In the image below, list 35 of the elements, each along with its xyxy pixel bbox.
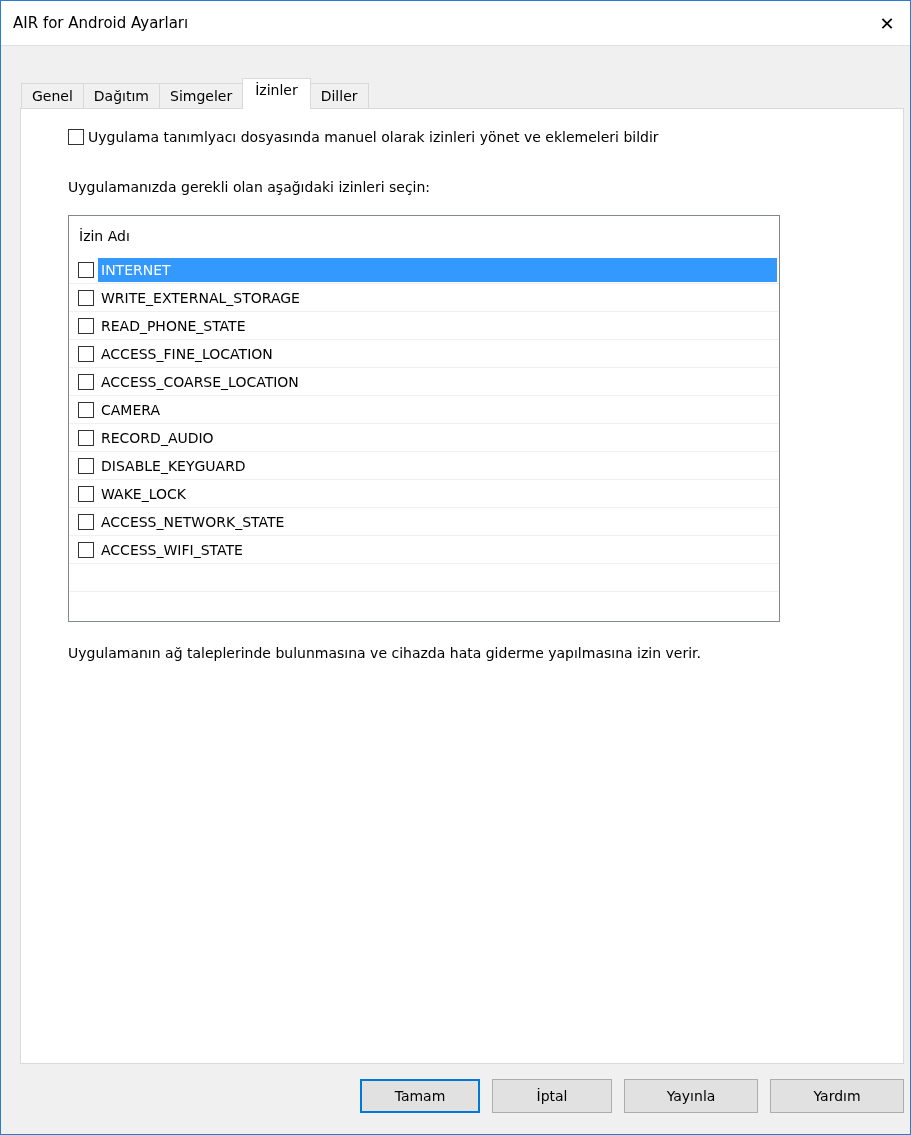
permission-item[interactable]: READ_PHONE_STATE bbox=[98, 313, 777, 338]
dialog-button[interactable]: Yayınla bbox=[624, 1079, 758, 1113]
instruction-text: Uygulamanızda gerekli olan aşağıdaki izinleri seçin: bbox=[68, 179, 432, 195]
checkbox[interactable] bbox=[78, 373, 94, 390]
dialog-button[interactable]: İptal bbox=[492, 1079, 612, 1113]
close-button[interactable]: ✕ bbox=[864, 1, 910, 45]
tab[interactable]: Genel bbox=[21, 83, 84, 108]
checkbox[interactable] bbox=[68, 129, 84, 145]
permission-item[interactable]: ACCESS_NETWORK_STATE bbox=[98, 509, 777, 534]
dialog-button[interactable]: Tamam bbox=[360, 1079, 480, 1113]
permission-item[interactable]: ACCESS_FINE_LOCATION bbox=[98, 341, 777, 366]
description-text: Uygulamanın ağ taleplerinde bulunmasına ve cihazda hata giderme yapılmasına izin verir. bbox=[68, 644, 702, 662]
checkbox[interactable] bbox=[78, 289, 94, 306]
checkbox[interactable] bbox=[78, 345, 94, 362]
window-title: AIR for Android Ayarları bbox=[13, 14, 189, 32]
checkbox[interactable] bbox=[78, 401, 94, 418]
checkbox[interactable] bbox=[78, 541, 94, 558]
permission-item[interactable]: CAMERA bbox=[98, 397, 777, 422]
permission-item[interactable]: ACCESS_COARSE_LOCATION bbox=[98, 369, 777, 394]
checkbox-label: Uygulama tanımlyacı dosyasında manuel olarak izinleri yönet ve eklemeleri bildir bbox=[88, 129, 659, 145]
permission-item[interactable]: DISABLE_KEYGUARD bbox=[98, 453, 777, 478]
checkbox[interactable] bbox=[78, 485, 94, 502]
tab[interactable]: Diller bbox=[309, 83, 369, 108]
permission-item[interactable]: WRITE_EXTERNAL_STORAGE bbox=[98, 285, 777, 310]
checkbox[interactable] bbox=[78, 261, 94, 278]
checkbox[interactable] bbox=[78, 429, 94, 446]
permission-item[interactable]: RECORD_AUDIO bbox=[98, 425, 777, 450]
dialog-button[interactable]: Yardım bbox=[770, 1079, 904, 1113]
checkbox[interactable] bbox=[78, 317, 94, 334]
checkbox[interactable] bbox=[78, 513, 94, 530]
column-header: İzin Adı bbox=[78, 227, 131, 246]
permission-item[interactable]: ACCESS_WIFI_STATE bbox=[98, 537, 777, 562]
checkbox[interactable] bbox=[78, 457, 94, 474]
permission-item[interactable]: WAKE_LOCK bbox=[98, 481, 777, 506]
tab[interactable]: İzinler bbox=[242, 78, 311, 109]
